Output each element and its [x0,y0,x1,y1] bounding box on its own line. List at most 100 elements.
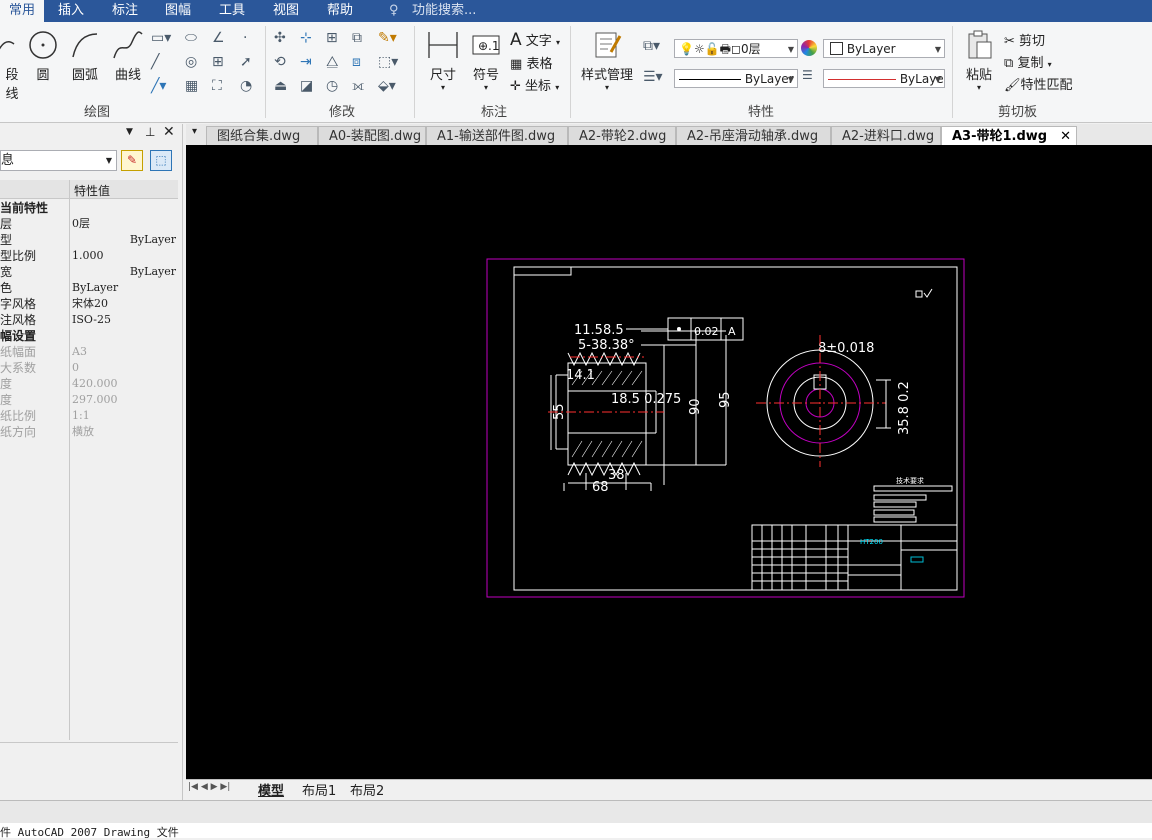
doc-tab[interactable]: A1-输送部件图.dwg [426,126,568,145]
tabs-menu-icon[interactable]: ▾ [192,126,197,137]
menu-help[interactable]: 帮助 [323,0,357,22]
tech-req-text: 技术要求 [896,476,924,485]
chamfer-icon[interactable]: ⟗ [352,78,364,94]
erase-icon[interactable]: ✎▾ [378,30,397,46]
region-icon[interactable]: ◎ [185,54,197,70]
layout-nav-icons[interactable]: |◀ ◀ ▶ ▶| [188,782,230,792]
layout-tab-model[interactable]: 模型 [258,780,284,799]
property-row[interactable]: 注风格 ISO-25 [0,312,178,328]
doc-tab[interactable]: A2-吊座滑动轴承.dwg [676,126,831,145]
move-icon[interactable]: ✣ [274,30,286,46]
doc-tab[interactable]: 图纸合集.dwg [206,126,318,145]
extend-icon[interactable]: ⇥ [300,54,312,70]
quick-select-icon[interactable]: ✎ [121,150,143,171]
group-icon[interactable]: ⛶ [212,78,222,94]
layer-dropdown[interactable]: 💡☼🔓🖶◻0层 ▼ [674,39,798,58]
point-icon[interactable]: · [243,30,247,46]
line-icon[interactable]: ╱ [151,54,159,70]
feature-search[interactable]: 功能搜索... [408,0,480,22]
match-properties-button[interactable]: 🖌特性匹配 [1004,74,1073,93]
block-icon[interactable]: ⊞ [212,54,224,70]
property-row[interactable]: 度 297.000 [0,392,178,408]
close-icon[interactable]: ✕ [163,124,175,140]
doc-tab[interactable]: A2-进料口.dwg [831,126,941,145]
circle-button[interactable]: 圆 [28,30,58,83]
array-icon[interactable]: ⊞ [326,30,338,46]
object-selector[interactable]: 息 ▼ [0,150,117,171]
layout-tab-1[interactable]: 布局1 [302,780,336,799]
polyline-button[interactable]: 段线 [0,30,24,102]
menu-home[interactable]: 常用 [0,0,44,22]
property-row[interactable]: 大系数 0 [0,360,178,376]
property-row[interactable]: 型 ByLayer [0,232,178,248]
property-row[interactable]: 字风格 宋体20 [0,296,178,312]
doc-tab[interactable]: A2-带轮2.dwg [568,126,676,145]
trim-icon[interactable]: ⊹ [300,30,312,46]
curve-label: 曲线 [114,68,141,83]
panel-menu-icon[interactable]: ▼ [126,127,133,137]
command-line[interactable]: 件 AutoCAD 2007 Drawing 文件 [0,800,1152,839]
color-wheel-icon[interactable] [801,40,817,56]
property-key: 纸幅面 [0,345,37,359]
edit-icon[interactable]: ⬙▾ [378,78,396,94]
property-value: 0 [72,361,79,374]
hatch-icon[interactable]: ▦ [185,78,198,94]
ellipse-icon[interactable]: ⬭ [185,30,197,46]
layer-list-icon[interactable]: ☰▾ [643,69,663,85]
layout-tab-2[interactable]: 布局2 [350,780,384,799]
property-row[interactable]: 宽 ByLayer [0,264,178,280]
scale-icon[interactable]: ◪ [300,78,313,94]
close-tab-icon[interactable]: ✕ [1060,127,1071,146]
lineweight-icon[interactable]: ☰ [802,68,813,82]
color-dropdown[interactable]: ByLayer ▼ [823,39,945,58]
text-button[interactable]: A 文字 ▾ [510,30,560,50]
xline-icon[interactable]: ╱▾ [151,78,166,94]
drawing-svg[interactable]: 11.58.5 5-38.38° 14.1 18.5 0.275 68 38 8… [186,145,1152,779]
menu-frame[interactable]: 图幅 [161,0,195,22]
copy-button[interactable]: ⧉ 复制 ▾ [1004,52,1052,71]
lineweight-dropdown[interactable]: ByLaye ▼ [823,69,945,88]
explode-icon[interactable]: ⬚▾ [378,54,398,70]
copy-obj-icon[interactable]: ⧉ [352,30,362,46]
property-row[interactable]: 纸幅面 A3 [0,344,178,360]
style-manager-button[interactable]: 样式管理 ▾ [578,30,636,92]
property-row[interactable]: 色 ByLayer [0,280,178,296]
paste-icon [968,30,992,59]
offset-icon[interactable]: ⧈ [352,54,361,70]
property-row[interactable]: 度 420.000 [0,376,178,392]
mirror-icon[interactable]: ⧋ [326,54,339,70]
property-row[interactable]: 纸比例 1:1 [0,408,178,424]
property-row[interactable]: 层 0层 [0,216,178,232]
layer-manager-icon[interactable]: ⧉▾ [643,38,660,54]
table-button[interactable]: ▦ 表格 [510,53,552,72]
rectangle-icon[interactable]: ▭▾ [151,30,171,46]
doc-tab-active[interactable]: A3-带轮1.dwg ✕ [941,126,1077,145]
pin-icon[interactable]: ⊥ [145,125,155,139]
menu-view[interactable]: 视图 [269,0,303,22]
select-objects-icon[interactable]: ⬚ [150,150,172,171]
curve-button[interactable]: 曲线 [112,30,144,83]
ray-icon[interactable]: ➚ [240,54,252,70]
rotate-icon[interactable]: ⟲ [274,54,286,70]
dimension-button[interactable]: 尺寸 ▾ [425,30,461,92]
coord-button[interactable]: ✛ 坐标 ▾ [510,75,559,94]
menu-annotate[interactable]: 标注 [108,0,142,22]
menu-tools[interactable]: 工具 [215,0,249,22]
property-row[interactable]: 型比例 1.000 [0,248,178,264]
property-row[interactable]: 纸方向 横放 [0,424,178,440]
doc-tab[interactable]: A0-装配图.dwg [318,126,426,145]
paste-button[interactable]: 粘贴 ▾ [961,30,997,92]
stretch-icon[interactable]: ⏏ [274,78,287,94]
menu-insert[interactable]: 插入 [54,0,88,22]
cut-button[interactable]: ✂ 剪切 [1004,30,1045,49]
fillet-icon[interactable]: ◷ [326,78,338,94]
symbol-button[interactable]: ⊕.1 符号 ▾ [469,30,503,92]
angle-icon[interactable]: ∠ [212,30,225,46]
wipeout-icon[interactable]: ◔ [240,78,252,94]
arc-button[interactable]: 圆弧 [70,30,100,83]
drawing-canvas[interactable]: 11.58.5 5-38.38° 14.1 18.5 0.275 68 38 8… [186,145,1152,779]
property-key: 大系数 [0,361,37,375]
copy-icon: ⧉ [1004,56,1014,71]
property-key: 色 [0,281,13,295]
linetype-dropdown[interactable]: ByLayer ▼ [674,69,798,88]
